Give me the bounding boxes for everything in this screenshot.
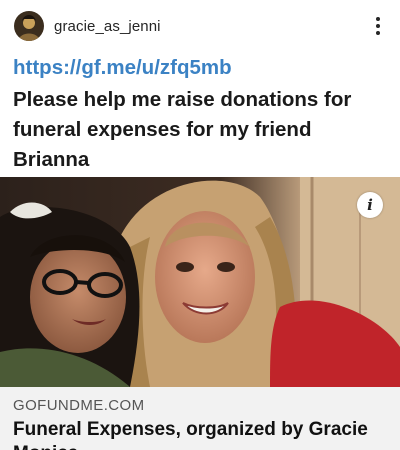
preview-title[interactable]: Funeral Expenses, organized by Gracie Mo… (13, 418, 387, 450)
fundraiser-link[interactable]: https://gf.me/u/zfq5mb (13, 55, 393, 81)
username[interactable]: gracie_as_jenni (54, 18, 161, 35)
post-caption: Please help me raise donations for funer… (13, 88, 352, 171)
preview-image[interactable]: i (0, 177, 400, 387)
avatar[interactable] (14, 11, 44, 41)
preview-meta[interactable]: GOFUNDME.COM Funeral Expenses, organized… (0, 387, 400, 450)
post-header: gracie_as_jenni (0, 0, 400, 52)
link-preview-card[interactable]: i GOFUNDME.COM Funeral Expenses, organiz… (0, 177, 400, 450)
more-options-icon[interactable] (370, 16, 386, 36)
avatar-image (14, 11, 44, 41)
post-text: https://gf.me/u/zfq5mb Please help me ra… (13, 55, 393, 175)
info-icon[interactable]: i (357, 192, 383, 218)
preview-domain: GOFUNDME.COM (13, 397, 145, 414)
